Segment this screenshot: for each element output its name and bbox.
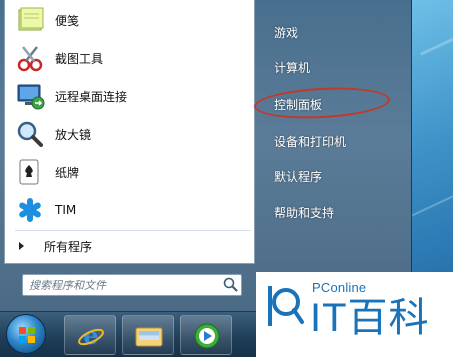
program-label: 放大镜 bbox=[55, 127, 92, 142]
program-item-sticky-notes[interactable]: 便笺 bbox=[11, 2, 249, 38]
remote-desktop-icon bbox=[15, 81, 45, 111]
program-label: 纸牌 bbox=[55, 165, 80, 180]
taskbar-media-player-button[interactable] bbox=[180, 315, 232, 355]
all-programs-label: 所有程序 bbox=[44, 239, 93, 254]
sticky-notes-icon bbox=[15, 5, 45, 35]
media-player-icon bbox=[193, 322, 221, 354]
magnifier-icon bbox=[15, 119, 45, 149]
snipping-tool-icon bbox=[15, 43, 45, 73]
divider bbox=[15, 230, 251, 231]
arrow-right-icon bbox=[19, 242, 24, 250]
search-input[interactable] bbox=[23, 276, 221, 294]
program-label: 便笺 bbox=[55, 13, 80, 28]
right-item-devices-printers[interactable]: 设备和打印机 bbox=[268, 129, 400, 153]
watermark-brand: PConline bbox=[312, 280, 367, 295]
windows-logo-icon bbox=[18, 326, 36, 344]
solitaire-icon bbox=[15, 157, 45, 187]
right-item-games[interactable]: 游戏 bbox=[268, 20, 400, 44]
svg-text:e: e bbox=[83, 322, 98, 350]
search-icon[interactable] bbox=[221, 275, 241, 295]
program-item-snipping-tool[interactable]: 截图工具 bbox=[11, 40, 249, 76]
right-item-help-support[interactable]: 帮助和支持 bbox=[268, 200, 400, 224]
pconline-watermark: PConline IT百科 bbox=[256, 272, 453, 357]
right-item-default-programs[interactable]: 默认程序 bbox=[268, 164, 400, 188]
all-programs-button[interactable]: 所有程序 bbox=[15, 234, 251, 258]
search-box bbox=[22, 274, 242, 296]
watermark-title: IT百科 bbox=[310, 296, 430, 340]
pconline-logo-icon bbox=[266, 282, 304, 330]
taskbar-explorer-button[interactable] bbox=[122, 315, 174, 355]
folder-icon bbox=[135, 324, 163, 352]
program-label: TIM bbox=[55, 203, 77, 217]
start-menu: 便笺 截图工具 远程桌面连接 放大镜 纸牌 TIM 所有程序 搜索程序和文件 游… bbox=[0, 0, 412, 312]
program-item-tim[interactable]: TIM bbox=[11, 192, 249, 228]
program-label: 截图工具 bbox=[55, 51, 104, 66]
program-item-remote-desktop[interactable]: 远程桌面连接 bbox=[11, 78, 249, 114]
start-button[interactable] bbox=[6, 314, 46, 354]
tim-icon bbox=[15, 195, 45, 225]
taskbar-ie-button[interactable]: e bbox=[64, 315, 116, 355]
program-list-pane: 便笺 截图工具 远程桌面连接 放大镜 纸牌 TIM 所有程序 bbox=[4, 0, 255, 264]
program-label: 远程桌面连接 bbox=[55, 89, 128, 104]
internet-explorer-icon: e bbox=[77, 321, 105, 354]
program-item-magnifier[interactable]: 放大镜 bbox=[11, 116, 249, 152]
right-item-computer[interactable]: 计算机 bbox=[268, 55, 400, 79]
program-item-solitaire[interactable]: 纸牌 bbox=[11, 154, 249, 190]
